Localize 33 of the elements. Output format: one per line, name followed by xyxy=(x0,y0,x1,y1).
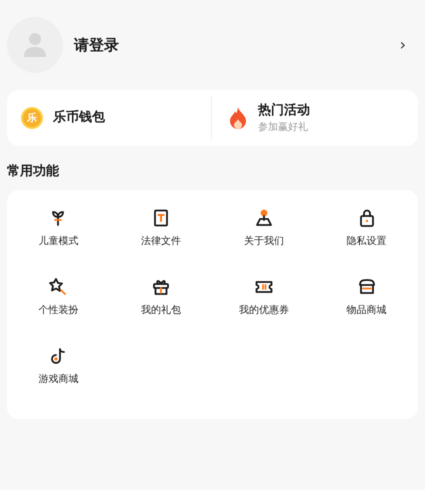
person-icon xyxy=(23,32,47,58)
coin-icon: 乐 xyxy=(21,107,43,129)
section-title: 常用功能 xyxy=(7,163,60,181)
flame-icon xyxy=(228,106,248,130)
feature-label: 隐私设置 xyxy=(346,234,387,248)
feature-label: 关于我们 xyxy=(244,234,284,248)
quick-entry-title: 热门活动 xyxy=(258,102,310,120)
feature-item[interactable]: 游戏商城 xyxy=(7,342,110,410)
feature-label: 个性装扮 xyxy=(38,304,78,318)
chevron-icon: › xyxy=(400,33,406,57)
feature-item[interactable]: 我的优惠券 xyxy=(212,272,316,342)
quick-entry[interactable]: 乐 乐币钱包 xyxy=(7,96,211,140)
feature-label: 我的优惠券 xyxy=(238,304,289,318)
star-wand-icon xyxy=(48,276,68,296)
location-pin-icon xyxy=(254,208,274,228)
quick-entry[interactable]: 热门活动 参加赢好礼 xyxy=(211,96,418,140)
feature-item[interactable]: 物品商城 xyxy=(315,272,418,342)
feature-item[interactable]: 儿童模式 xyxy=(7,204,110,272)
feature-label: 游戏商城 xyxy=(38,372,78,386)
feature-label: 物品商城 xyxy=(346,304,387,318)
feature-item[interactable]: 法律文件 xyxy=(110,204,212,272)
feature-item[interactable]: 我的礼包 xyxy=(110,272,212,342)
feature-label: 法律文件 xyxy=(141,234,182,248)
feature-item[interactable]: 个性装扮 xyxy=(7,272,110,342)
feature-item[interactable]: 隐私设置 xyxy=(315,204,418,272)
feature-label: 儿童模式 xyxy=(38,234,78,248)
login-prompt: 请登录 xyxy=(74,34,119,56)
quick-entry-subtitle: 参加赢好礼 xyxy=(258,120,309,136)
feature-item[interactable]: 关于我们 xyxy=(212,204,316,272)
feature-label: 我的礼包 xyxy=(141,304,182,318)
store-icon xyxy=(356,276,377,296)
quick-entry-title: 乐币钱包 xyxy=(53,108,105,128)
login-row[interactable]: 请登录 › xyxy=(7,0,418,90)
